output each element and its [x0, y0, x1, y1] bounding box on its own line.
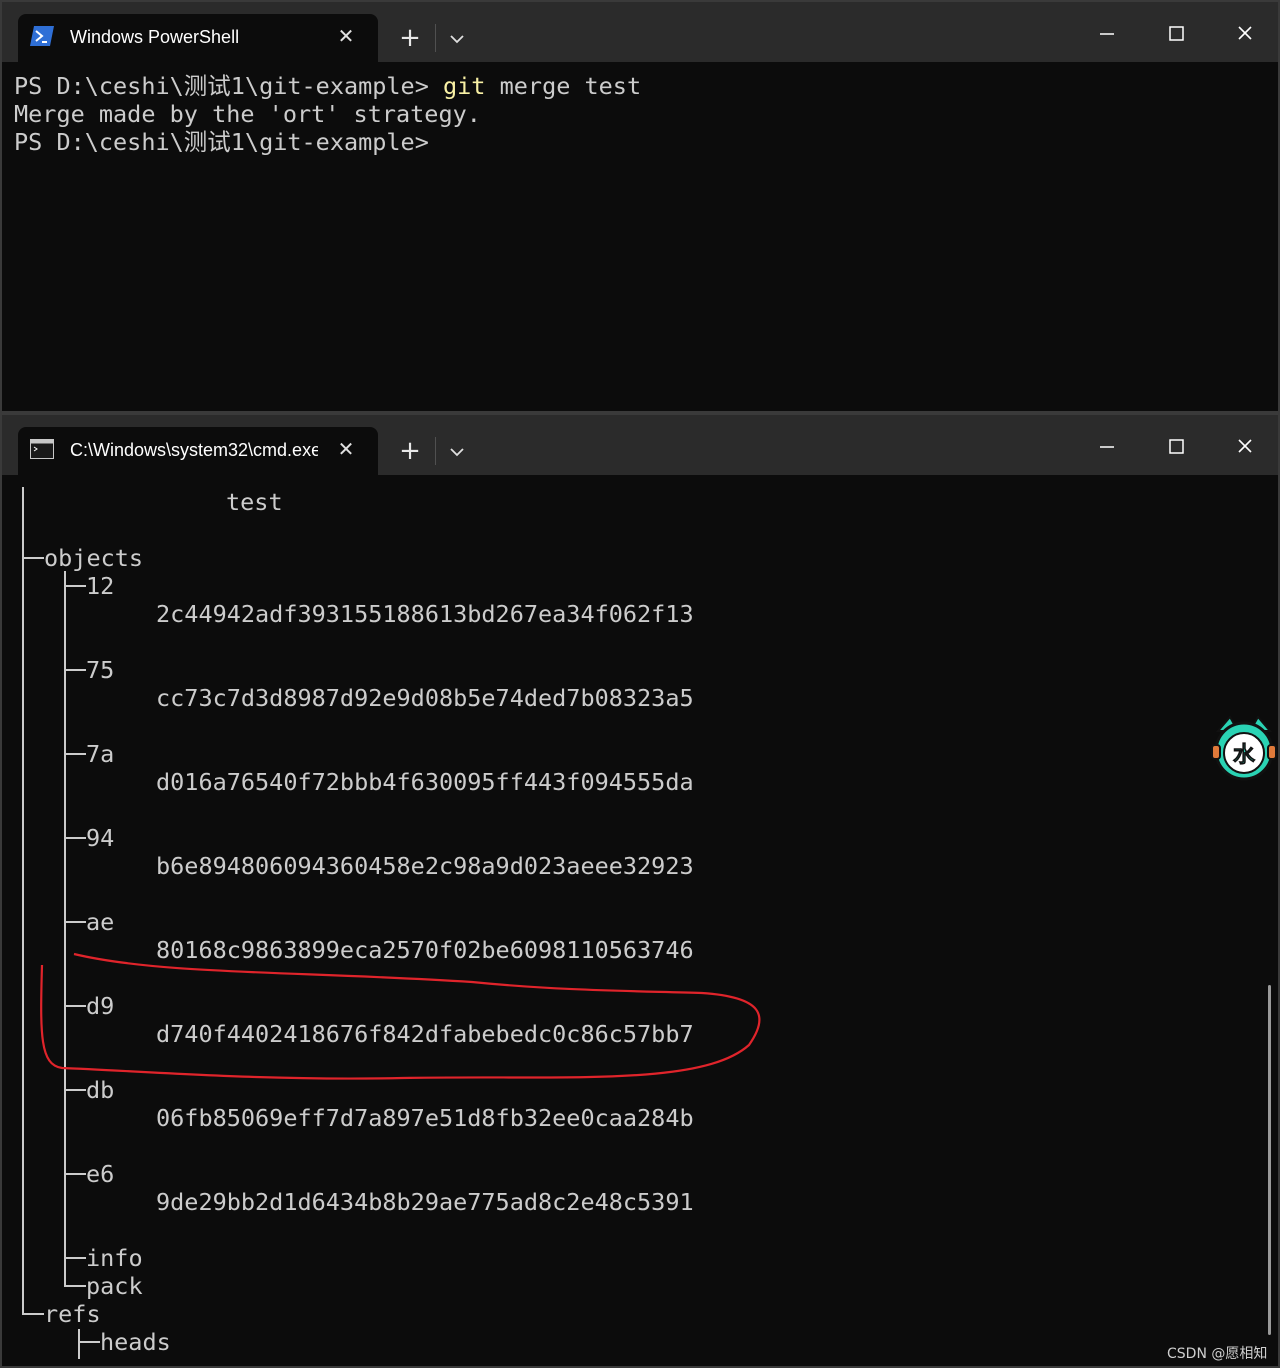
tree-branch-line — [64, 571, 66, 1285]
tab-powershell[interactable]: Windows PowerShell ✕ — [18, 14, 378, 62]
tree-branch-connector — [64, 1089, 86, 1091]
object-dir-name: db — [86, 1076, 115, 1104]
cmd-icon — [30, 439, 54, 459]
tree-branch-connector — [64, 1005, 86, 1007]
tree-branch-connector — [64, 1285, 86, 1287]
minimize-button[interactable] — [1084, 429, 1130, 465]
tree-label-refs: refs — [44, 1300, 101, 1328]
tab-title: C:\Windows\system32\cmd.exe — [70, 440, 318, 460]
chevron-down-icon[interactable] — [442, 437, 472, 467]
tree-branch-connector — [64, 921, 86, 923]
tree-label-pack: pack — [86, 1272, 143, 1300]
object-hash: 2c44942adf393155188613bd267ea34f062f13 — [156, 600, 694, 628]
terminal-output[interactable]: test objects 12 2c44942adf393155188613bd2… — [2, 475, 1278, 1368]
tree-branch-line — [22, 487, 24, 1313]
tree-branch-connector — [64, 1173, 86, 1175]
tab-title: Windows PowerShell — [70, 27, 240, 47]
object-hash: d016a76540f72bbb4f630095ff443f094555da — [156, 768, 694, 796]
prompt: PS D:\ceshi\测试1\git-example> — [14, 72, 429, 100]
object-dir-name: d9 — [86, 992, 115, 1020]
tree-label-info: info — [86, 1244, 143, 1272]
object-hash: d740f4402418676f842dfabebedc0c86c57bb7 — [156, 1020, 694, 1048]
tree-branch-connector — [22, 557, 44, 559]
powershell-window: Windows PowerShell ✕ + PS D:\ceshi\测试1\g… — [0, 0, 1280, 413]
tree-branch-connector — [64, 837, 86, 839]
tree-branch-connector — [64, 585, 86, 587]
tab-separator — [435, 437, 436, 465]
maximize-button[interactable] — [1153, 429, 1199, 465]
object-hash: 80168c9863899eca2570f02be6098110563746 — [156, 936, 694, 964]
tree-branch-connector — [78, 1341, 100, 1343]
tree-branch-connector — [64, 753, 86, 755]
title-bar: Windows PowerShell ✕ + — [2, 2, 1278, 62]
watermark: CSDN @愿相知 — [1167, 1346, 1268, 1362]
tree-branch-connector — [22, 1313, 44, 1315]
object-hash: b6e894806094360458e2c98a9d023aeee32923 — [156, 852, 694, 880]
object-hash: 06fb85069eff7d7a897e51d8fb32ee0caa284b — [156, 1104, 694, 1132]
maximize-button[interactable] — [1153, 16, 1199, 52]
tree-branch-connector — [64, 1257, 86, 1259]
command-args: merge test — [499, 72, 642, 100]
tree-label-heads: heads — [100, 1328, 171, 1356]
tree-branch-connector — [64, 669, 86, 671]
minimize-button[interactable] — [1084, 16, 1130, 52]
close-tab-icon[interactable]: ✕ — [334, 24, 358, 48]
close-window-button[interactable] — [1222, 429, 1268, 465]
title-bar: C:\Windows\system32\cmd.exe ✕ + — [2, 415, 1278, 475]
svg-text:水: 水 — [1233, 743, 1256, 768]
floating-assistant-avatar-icon[interactable]: 水 — [1208, 713, 1278, 785]
powershell-icon — [30, 26, 54, 46]
new-tab-button[interactable]: + — [394, 435, 426, 467]
tree-branch-line — [78, 1329, 80, 1359]
object-dir-name: 7a — [86, 740, 115, 768]
object-dir-name: e6 — [86, 1160, 115, 1188]
cmd-window: C:\Windows\system32\cmd.exe ✕ + test obj… — [0, 413, 1280, 1368]
new-tab-button[interactable]: + — [394, 22, 426, 54]
tab-cmd[interactable]: C:\Windows\system32\cmd.exe ✕ — [18, 427, 378, 475]
vertical-scrollbar[interactable] — [1268, 985, 1271, 1335]
chevron-down-icon[interactable] — [442, 24, 472, 54]
tree-label-test: test — [226, 488, 283, 516]
tab-separator — [435, 24, 436, 52]
close-tab-icon[interactable]: ✕ — [334, 437, 358, 461]
object-dir-name: 94 — [86, 824, 115, 852]
object-hash: 9de29bb2d1d6434b8b29ae775ad8c2e48c5391 — [156, 1188, 694, 1216]
object-hash: cc73c7d3d8987d92e9d08b5e74ded7b08323a5 — [156, 684, 694, 712]
tree-label-objects: objects — [44, 544, 144, 572]
close-window-button[interactable] — [1222, 16, 1268, 52]
object-dir-name: 75 — [86, 656, 115, 684]
object-dir-name: 12 — [86, 572, 115, 600]
object-dir-name: ae — [86, 908, 115, 936]
output-line: Merge made by the 'ort' strategy. — [14, 100, 481, 128]
terminal-output[interactable]: PS D:\ceshi\测试1\git-example> git merge t… — [14, 72, 641, 156]
prompt: PS D:\ceshi\测试1\git-example> — [14, 128, 429, 156]
command-name: git — [443, 72, 486, 100]
